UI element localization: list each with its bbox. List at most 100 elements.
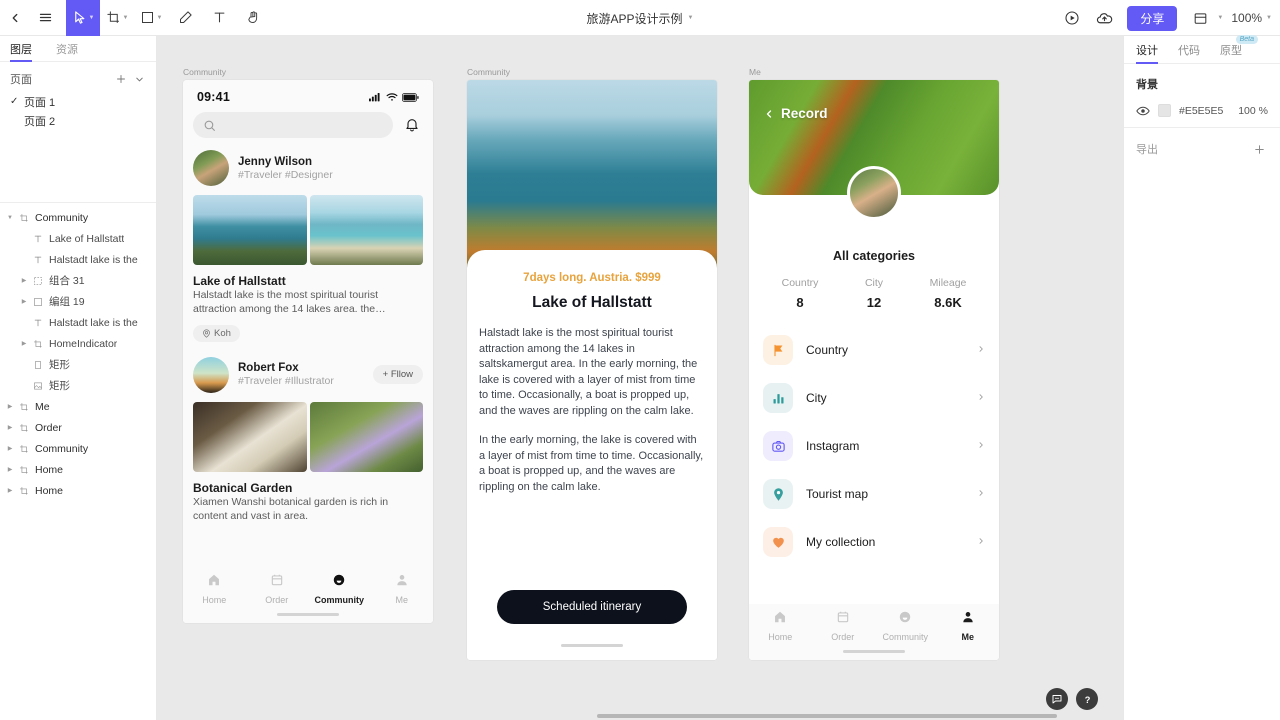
layer-row[interactable]: ▶ Home [0, 480, 156, 501]
document-title[interactable]: 旅游APP设计示例 ▼ [587, 10, 694, 27]
post-image[interactable] [193, 195, 307, 265]
chevron-right-icon[interactable]: ▶ [18, 277, 30, 284]
follow-button[interactable]: + Fllow [372, 365, 423, 385]
chevron-right-icon[interactable] [977, 439, 985, 454]
tab-prototype[interactable]: 原型 Beta [1220, 35, 1258, 63]
layer-row[interactable]: 矩形 [0, 375, 156, 396]
tab-order[interactable]: Order [246, 573, 309, 605]
page-item-2[interactable]: 页面 2 [0, 111, 156, 130]
back-button[interactable]: Record [763, 106, 828, 121]
move-tool[interactable]: ▼ [66, 0, 100, 36]
page-item-1[interactable]: ✓ 页面 1 [0, 92, 156, 111]
menu-item-city[interactable]: City [763, 374, 985, 422]
tab-code[interactable]: 代码 [1178, 42, 1200, 63]
layer-row[interactable]: Lake of Hallstatt [0, 228, 156, 249]
chevron-right-icon[interactable]: ▶ [4, 424, 16, 431]
shape-tool-caret[interactable]: ▼ [157, 15, 163, 21]
frame-label-1[interactable]: Community [183, 67, 226, 77]
layer-row[interactable]: ▶ 编组 19 [0, 291, 156, 312]
phone-frame-detail[interactable]: 7days long. Austria. $999 Lake of Hallst… [467, 80, 717, 660]
help-fab[interactable]: ? [1076, 688, 1098, 710]
chevron-right-icon[interactable]: ▶ [18, 340, 30, 347]
post-image[interactable] [309, 195, 423, 265]
layout-button[interactable] [1185, 0, 1215, 36]
layout-caret[interactable]: ▼ [1217, 15, 1223, 21]
menu-button[interactable] [30, 0, 60, 36]
add-export-button[interactable] [1250, 140, 1268, 158]
layer-row[interactable]: ▶ HomeIndicator [0, 333, 156, 354]
layer-row[interactable]: Halstadt lake is the [0, 249, 156, 270]
tab-design[interactable]: 设计 [1136, 42, 1158, 64]
frame-tool[interactable]: ▼ [100, 0, 134, 36]
scheduled-itinerary-button[interactable]: Scheduled itinerary [497, 590, 687, 624]
menu-item-tourist-map[interactable]: Tourist map [763, 470, 985, 518]
post-image[interactable] [309, 401, 423, 472]
feedback-fab[interactable] [1046, 688, 1068, 710]
layer-row[interactable]: Halstadt lake is the [0, 312, 156, 333]
scrollbar-thumb[interactable] [597, 714, 1057, 718]
layer-row[interactable]: ▶ Order [0, 417, 156, 438]
hero-image[interactable] [467, 80, 717, 275]
layer-row[interactable]: ▶ Community [0, 438, 156, 459]
tab-order[interactable]: Order [812, 610, 875, 642]
collapse-pages-button[interactable] [130, 70, 148, 88]
layer-row[interactable]: ▶ Home [0, 459, 156, 480]
post-location-chip[interactable]: Koh [193, 324, 240, 342]
cloud-upload-button[interactable] [1089, 0, 1119, 36]
post-image[interactable] [193, 401, 307, 472]
zoom-caret[interactable]: ▼ [1266, 15, 1272, 21]
phone-frame-community-feed[interactable]: 09:41 Jenny Wilson #Traveler #Designer L… [183, 80, 433, 623]
chevron-right-icon[interactable]: ▶ [4, 466, 16, 473]
menu-item-country[interactable]: Country [763, 326, 985, 374]
chevron-right-icon[interactable]: ▶ [4, 403, 16, 410]
phone-frame-profile[interactable]: Record All categories Country 8 City 12 Mile… [749, 80, 999, 660]
tab-layers[interactable]: 图层 [10, 41, 32, 62]
move-tool-caret[interactable]: ▼ [89, 15, 95, 21]
zoom-control[interactable]: 100% ▼ [1225, 11, 1272, 25]
present-button[interactable] [1057, 0, 1087, 36]
layer-row[interactable]: ▶ 组合 31 [0, 270, 156, 291]
menu-item-instagram[interactable]: Instagram [763, 422, 985, 470]
pen-tool[interactable] [168, 0, 202, 36]
canvas[interactable]: Community Community Me 09:41 Jenny Wilso… [157, 36, 1123, 720]
layer-row[interactable]: ▼ Community [0, 207, 156, 228]
chevron-right-icon[interactable] [977, 391, 985, 406]
layer-row[interactable]: 矩形 [0, 354, 156, 375]
document-title-caret[interactable]: ▼ [688, 15, 694, 21]
avatar[interactable] [193, 150, 229, 186]
chevron-right-icon[interactable] [977, 535, 985, 550]
chevron-right-icon[interactable]: ▶ [18, 298, 30, 305]
tab-assets[interactable]: 资源 [56, 41, 78, 61]
notifications-button[interactable] [401, 117, 423, 133]
frame-label-3[interactable]: Me [749, 67, 761, 77]
add-page-button[interactable] [112, 70, 130, 88]
chevron-right-icon[interactable] [977, 343, 985, 358]
hand-tool[interactable] [236, 0, 270, 36]
tab-community[interactable]: Community [308, 573, 371, 605]
background-hex-value[interactable]: #E5E5E5 [1179, 105, 1223, 117]
avatar[interactable] [193, 356, 229, 393]
tab-home[interactable]: Home [749, 610, 812, 642]
frame-tool-caret[interactable]: ▼ [123, 15, 129, 21]
background-opacity-value[interactable]: 100 % [1238, 105, 1268, 117]
search-input[interactable] [193, 112, 393, 138]
layer-row[interactable]: ▶ Me [0, 396, 156, 417]
menu-item-my-collection[interactable]: My collection [763, 518, 985, 566]
horizontal-scrollbar[interactable] [157, 712, 1123, 720]
back-button[interactable] [0, 0, 30, 36]
chevron-down-icon[interactable]: ▼ [4, 215, 16, 221]
chevron-right-icon[interactable]: ▶ [4, 445, 16, 452]
text-tool[interactable] [202, 0, 236, 36]
tab-me[interactable]: Me [371, 573, 434, 605]
chevron-right-icon[interactable]: ▶ [4, 487, 16, 494]
tab-home[interactable]: Home [183, 573, 246, 605]
tab-community[interactable]: Community [874, 610, 937, 642]
tab-me[interactable]: Me [937, 610, 1000, 642]
shape-tool[interactable]: ▼ [134, 0, 168, 36]
background-color-swatch[interactable] [1158, 104, 1171, 117]
share-button[interactable]: 分享 [1127, 5, 1178, 31]
frame-label-2[interactable]: Community [467, 67, 510, 77]
chevron-right-icon[interactable] [977, 487, 985, 502]
avatar[interactable] [847, 166, 901, 220]
stat-label: Mileage [929, 277, 967, 289]
